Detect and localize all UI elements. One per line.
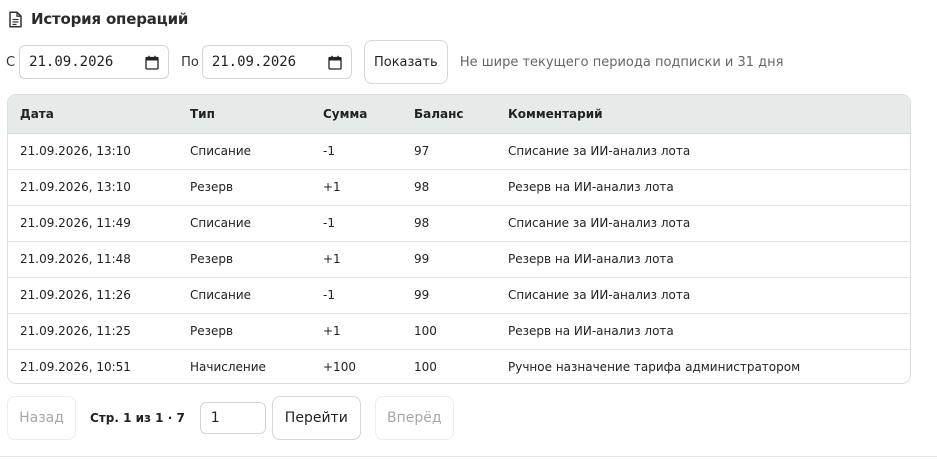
cell-date: 21.09.2026, 10:51 [8, 348, 178, 383]
column-header-balance[interactable]: Баланс [402, 95, 496, 134]
column-header-date[interactable]: Дата [8, 95, 178, 134]
cell-date: 21.09.2026, 11:25 [8, 312, 178, 349]
to-date-input[interactable]: 21.09.2026 [201, 45, 352, 79]
table-row: 21.09.2026, 13:10 Списание -1 97 Списани… [8, 133, 910, 169]
from-date-value: 21.09.2026 [29, 54, 114, 70]
cell-type: Резерв [178, 240, 311, 277]
cell-balance: 99 [402, 240, 496, 277]
table-header-row: Дата Тип Сумма Баланс Комментарий [8, 95, 910, 134]
cell-amount: -1 [311, 276, 402, 313]
show-button[interactable]: Показать [363, 40, 448, 84]
cell-type: Резерв [178, 168, 311, 205]
cell-amount: +100 [311, 348, 402, 383]
document-icon [9, 10, 22, 28]
page-header: История операций [8, 8, 188, 30]
cell-type: Резерв [178, 312, 311, 349]
cell-amount: +1 [311, 240, 402, 277]
cell-balance: 100 [402, 348, 496, 383]
page-number-input[interactable]: 1 [199, 402, 266, 434]
cell-balance: 98 [402, 204, 496, 241]
table-row: 21.09.2026, 11:26 Списание -1 99 Списани… [8, 276, 910, 313]
table-row: 21.09.2026, 13:10 Резерв +1 98 Резерв на… [8, 168, 910, 205]
cell-date: 21.09.2026, 13:10 [20, 144, 131, 158]
page-title: История операций [31, 10, 189, 28]
pagination: Назад Стр. 1 из 1 · 7 1 Перейти Вперёд [7, 396, 454, 440]
column-header-comment[interactable]: Комментарий [496, 95, 910, 134]
cell-amount: +1 [311, 168, 402, 205]
prev-page-button[interactable]: Назад [7, 396, 76, 440]
column-header-amount[interactable]: Сумма [311, 95, 402, 134]
date-filter-bar: С 21.09.2026 По 21.09.2026 Показать Не ш… [6, 40, 784, 84]
cell-balance: 99 [402, 276, 496, 313]
cell-comment: Резерв на ИИ-анализ лота [496, 240, 910, 277]
operations-table: Дата Тип Сумма Баланс Комментарий 21.09.… [7, 94, 911, 384]
cell-amount: +1 [311, 312, 402, 349]
column-header-type[interactable]: Тип [178, 95, 311, 134]
to-date-value: 21.09.2026 [211, 54, 297, 70]
cell-date: 21.09.2026, 11:26 [8, 276, 178, 313]
cell-type: Списание [178, 276, 311, 313]
cell-type: Списание [190, 144, 252, 158]
cell-date: 21.09.2026, 13:10 [8, 168, 178, 205]
to-label: По [181, 54, 199, 70]
cell-date: 21.09.2026, 11:48 [8, 240, 178, 277]
calendar-icon[interactable] [145, 55, 159, 70]
cell-comment: Списание за ИИ-анализ лота [496, 204, 910, 241]
cell-comment: Резерв на ИИ-анализ лота [496, 312, 910, 349]
cell-comment: Ручное назначение тарифа администратором [496, 348, 910, 383]
cell-type: Списание [178, 204, 311, 241]
go-button[interactable]: Перейти [271, 396, 361, 440]
table-row: 21.09.2026, 11:49 Списание -1 98 Списани… [8, 204, 910, 241]
cell-comment: Списание за ИИ-анализ лота [496, 276, 910, 313]
next-page-button[interactable]: Вперёд [374, 396, 454, 440]
from-date-input[interactable]: 21.09.2026 [19, 45, 170, 79]
calendar-icon[interactable] [328, 55, 342, 70]
table-row: 21.09.2026, 11:25 Резерв +1 100 Резерв н… [8, 312, 910, 349]
page-info: Стр. 1 из 1 · 7 [90, 411, 185, 425]
period-hint: Не шире текущего периода подписки и 31 д… [459, 54, 784, 70]
cell-balance: 98 [402, 168, 496, 205]
divider [0, 456, 937, 457]
cell-balance: 97 [414, 144, 430, 158]
cell-balance: 100 [402, 312, 496, 349]
from-label: С [6, 54, 16, 70]
table-row: 21.09.2026, 10:51 Начисление +100 100 Ру… [8, 348, 910, 383]
cell-date: 21.09.2026, 11:49 [8, 204, 178, 241]
cell-amount: -1 [311, 204, 402, 241]
cell-comment: Списание за ИИ-анализ лота [508, 144, 691, 158]
cell-comment: Резерв на ИИ-анализ лота [496, 168, 910, 205]
cell-amount: -1 [323, 144, 335, 158]
cell-type: Начисление [178, 348, 311, 383]
table-row: 21.09.2026, 11:48 Резерв +1 99 Резерв на… [8, 240, 910, 277]
